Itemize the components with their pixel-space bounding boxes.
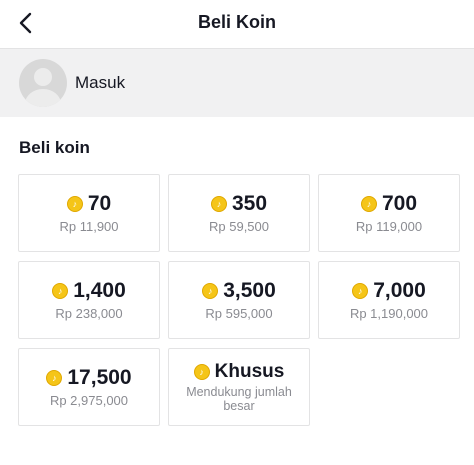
coin-icon: ♪ (202, 283, 219, 299)
coin-price: Rp 238,000 (55, 306, 123, 321)
default-avatar-icon (19, 59, 67, 107)
custom-amount-label: Khusus (214, 361, 285, 382)
coin-icon: ♪ (66, 196, 83, 212)
page-title: Beli Koin (197, 12, 276, 32)
coin-amount: 7,000 (373, 279, 426, 302)
coin-price: Rp 59,500 (209, 219, 269, 234)
coin-icon: ♪ (360, 196, 377, 212)
coin-package-card[interactable]: ♪ 70 Rp 11,900 (18, 174, 160, 252)
coin-price: Rp 595,000 (205, 306, 273, 321)
coin-amount: 700 (381, 192, 418, 215)
coin-amount: 70 (87, 192, 112, 215)
coin-amount: 1,400 (73, 279, 126, 302)
section-title: Beli koin (19, 138, 90, 157)
login-label: Masuk (75, 73, 126, 92)
coin-price: Rp 11,900 (59, 219, 119, 234)
coin-icon: ♪ (193, 364, 210, 380)
coin-package-card[interactable]: ♪ 1,400 Rp 238,000 (18, 261, 160, 339)
coin-price: Rp 2,975,000 (49, 393, 129, 408)
custom-amount-card[interactable]: ♪ Khusus Mendukung jumlah besar (168, 348, 310, 426)
header-bar: Beli Koin (0, 0, 474, 49)
login-bar[interactable]: Masuk (0, 49, 474, 117)
coin-price: Rp 119,000 (355, 219, 423, 234)
coin-icon: ♪ (210, 196, 227, 212)
coin-amount: 3,500 (223, 279, 276, 302)
coin-package-card[interactable]: ♪ 17,500 Rp 2,975,000 (18, 348, 160, 426)
coin-icon: ♪ (46, 370, 63, 386)
coin-amount: 17,500 (67, 366, 132, 389)
custom-amount-description: Mendukung jumlah besar (186, 385, 292, 413)
coin-price: Rp 1,190,000 (349, 306, 429, 321)
coin-package-card[interactable]: ♪ 3,500 Rp 595,000 (168, 261, 310, 339)
coin-icon: ♪ (352, 283, 369, 299)
coin-package-grid: ♪ 70 Rp 11,900 ♪ 350 Rp 59,500 ♪ 700 Rp 119… (18, 174, 460, 426)
coin-package-card[interactable]: ♪ 7,000 Rp 1,190,000 (318, 261, 460, 339)
coin-package-card[interactable]: ♪ 350 Rp 59,500 (168, 174, 310, 252)
coin-package-card[interactable]: ♪ 700 Rp 119,000 (318, 174, 460, 252)
coin-icon: ♪ (52, 283, 69, 299)
coin-amount: 350 (231, 192, 268, 215)
